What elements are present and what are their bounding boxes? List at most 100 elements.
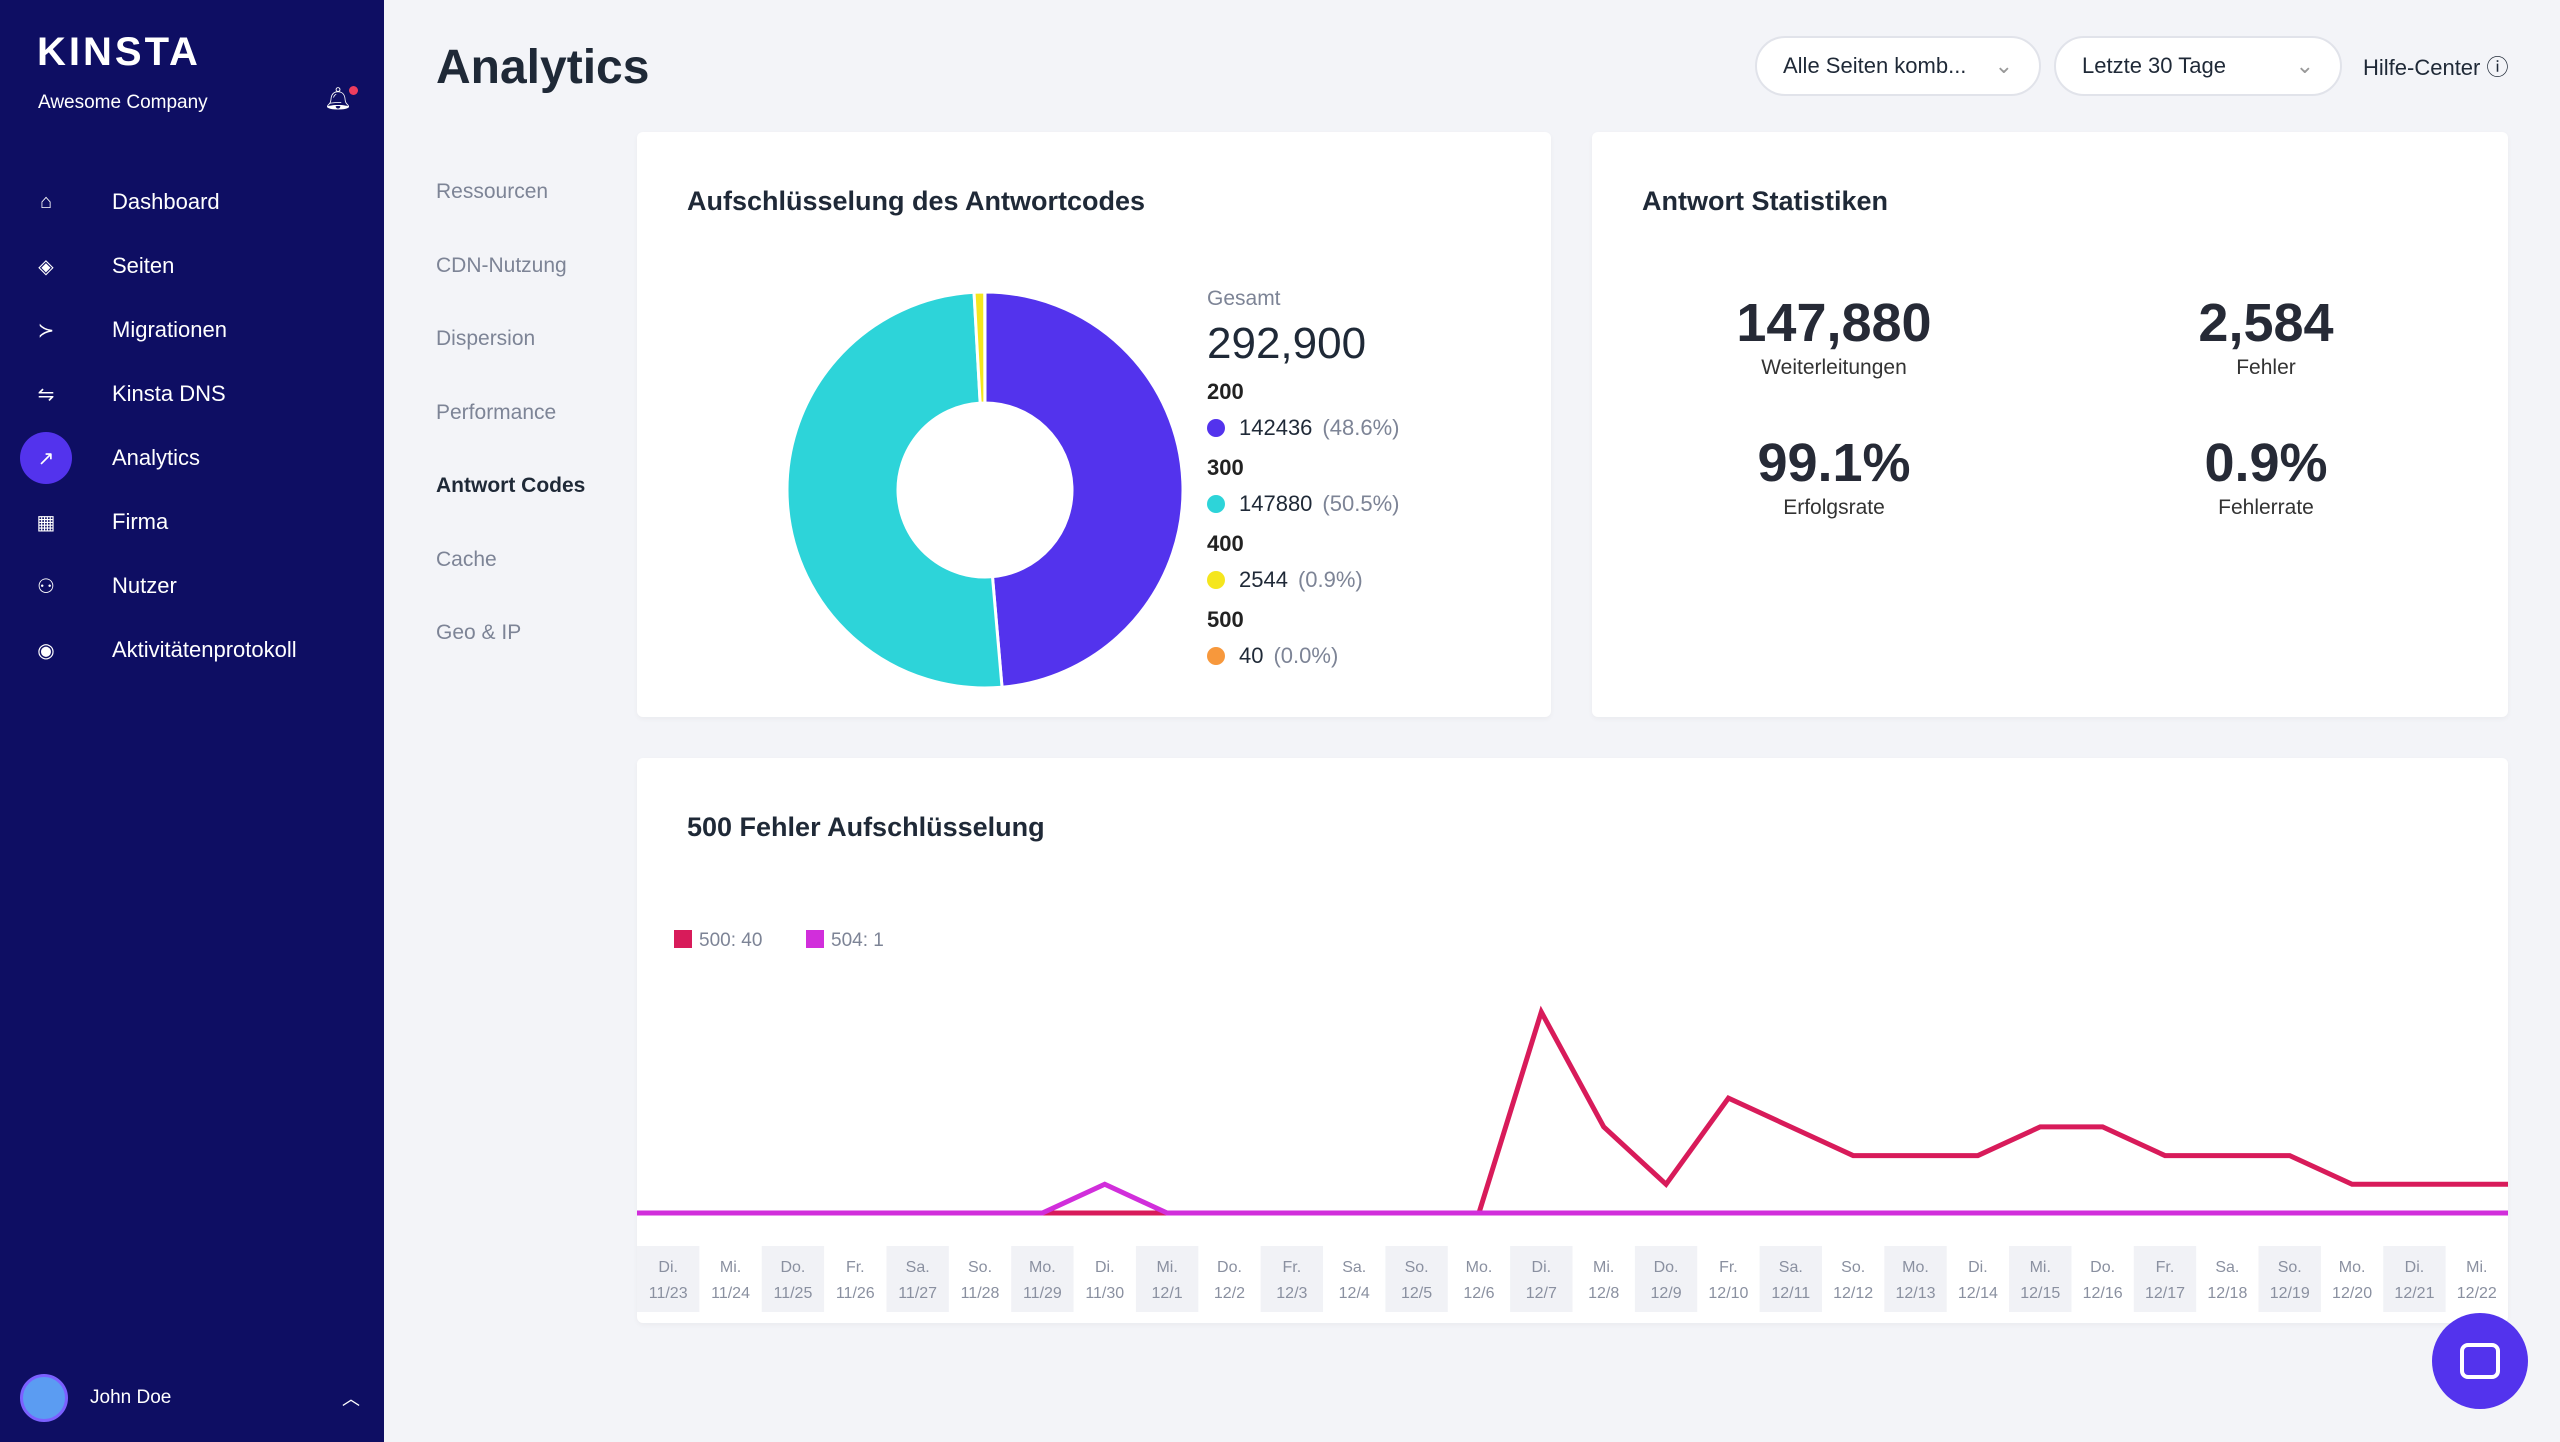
legend-dot [1207,419,1225,437]
x-band [1011,1246,1074,1312]
sidebar-item-building[interactable]: ▦ Firma [20,496,169,548]
subnav-item[interactable]: Performance [436,401,556,425]
x-tick-date: 11/23 [649,1285,688,1302]
subnav-item[interactable]: Geo & IP [436,621,521,645]
x-band [2009,1246,2072,1312]
legend-dot [1207,647,1225,665]
sidebar-item-home[interactable]: ⌂ Dashboard [20,176,220,228]
chevron-up-icon[interactable]: ︿ [342,1385,360,1411]
sidebar-item-label: Analytics [112,445,201,470]
stat-errors: 2,584 Fehler [2066,292,2466,380]
x-band [1759,1246,1822,1312]
x-tick-date: 12/19 [2270,1285,2310,1302]
donut-legend: Gesamt 292,900 200 142436 (48.6%) 300 147880… [1207,287,1399,683]
user-menu[interactable]: John Doe ︿ [20,1374,360,1422]
donut-slice-200[interactable] [983,290,1185,689]
bell-icon[interactable]: 🔔︎ [324,86,358,112]
x-tick-day: Fr. [2156,1259,2175,1276]
x-band [1510,1246,1573,1312]
x-tick-date: 12/14 [1958,1285,1998,1302]
analytics-icon: ↗ [20,432,72,484]
x-tick-day: Do. [1654,1259,1679,1276]
stat-value: 99.1% [1757,433,1911,493]
x-tick-day: So. [2278,1259,2302,1276]
x-tick-date: 12/15 [2020,1285,2060,1302]
sidebar-item-label: Seiten [112,253,175,278]
x-tick-date: 12/10 [1708,1285,1748,1302]
x-tick-date: 11/25 [773,1285,812,1302]
x-band [637,1246,700,1312]
subnav-item[interactable]: CDN-Nutzung [436,254,567,278]
dns-icon: ⇋ [37,383,55,406]
sidebar-item-user-add[interactable]: ⚇ Nutzer [20,560,177,612]
legend-item[interactable]: 500: 40 [674,930,762,951]
site-select[interactable]: Alle Seiten komb... ⌄ [1755,36,2041,96]
stat-label: Fehlerrate [2218,496,2314,519]
x-tick-day: Di. [2405,1259,2425,1276]
sidebar-item-label: Dashboard [112,189,220,214]
x-band [1135,1246,1199,1312]
x-tick-day: Mo. [2339,1259,2366,1276]
chevron-down-icon: ⌄ [1994,53,2013,78]
x-tick-day: Di. [1095,1259,1115,1276]
donut-chart [785,290,1185,690]
help-label: Hilfe-Center [2363,55,2481,80]
code-label: 300 [1207,455,1244,480]
x-tick-date: 11/30 [1085,1285,1124,1302]
x-band [1634,1246,1698,1312]
x-tick-date: 12/1 [1152,1285,1183,1302]
x-tick-date: 12/21 [2394,1285,2434,1302]
x-tick-day: Fr. [846,1259,865,1276]
user-add-icon: ⚇ [37,575,55,598]
x-tick-date: 12/18 [2207,1285,2247,1302]
x-band [2383,1246,2446,1312]
company-name[interactable]: Awesome Company [38,92,208,114]
x-tick-date: 12/17 [2145,1285,2185,1302]
sidebar-item-layers[interactable]: ◈ Seiten [20,240,174,292]
x-tick-day: Fr. [1283,1259,1302,1276]
x-tick-day: Mi. [2466,1259,2487,1276]
subnav-item[interactable]: Antwort Codes [436,474,585,498]
legend-label: 504: 1 [831,930,884,951]
donut-slice-300[interactable] [785,290,1004,690]
code-pct: (0.9%) [1297,567,1363,592]
chevron-down-icon: ⌄ [2295,53,2314,78]
x-tick-date: 12/2 [1214,1285,1245,1302]
legend-swatch [674,930,692,948]
legend-entry: 400 2544 (0.9%) [1207,531,1399,593]
help-center-link[interactable]: Hilfe-Center ⓘ [2363,50,2509,82]
x-tick-date: 11/29 [1023,1285,1062,1302]
legend-swatch [806,930,824,948]
x-band [886,1246,949,1312]
sidebar-item-migration[interactable]: ≻ Migrationen [20,304,227,356]
x-tick-date: 11/26 [836,1285,875,1302]
kinsta-logo[interactable]: KINSTA [37,30,201,75]
sidebar-item-dns[interactable]: ⇋ Kinsta DNS [20,368,226,420]
sidebar-item-eye[interactable]: ◉ Aktivitätenprotokoll [20,624,296,676]
notification-dot [348,86,358,95]
line-chart: 500: 40 504: 1 Di. 11/23 Mi. 11/24 Do. 11/25 Fr.… [637,930,2508,1312]
subnav-item[interactable]: Ressourcen [436,180,548,204]
building-icon: ▦ [36,511,56,534]
sidebar-item-analytics[interactable]: ↗ Analytics [20,432,200,484]
x-tick-date: 11/24 [711,1285,750,1302]
subnav-item[interactable]: Cache [436,548,497,572]
x-tick-day: Mi. [1156,1259,1177,1276]
user-name: John Doe [90,1387,172,1408]
subnav-item[interactable]: Dispersion [436,327,535,351]
stat-error-rate: 0.9% Fehlerrate [2066,432,2466,520]
sidebar: KINSTA Awesome Company 🔔︎ ⌂ Dashboard ◈ Sei… [0,0,384,1442]
legend-entry: 500 40 (0.0%) [1207,607,1399,669]
code-count: 142436 [1239,415,1313,440]
legend-dot [1207,571,1225,589]
x-tick-day: Di. [1968,1259,1988,1276]
layers-icon: ◈ [38,255,54,278]
x-tick-day: Mi. [1593,1259,1614,1276]
legend-item[interactable]: 504: 1 [806,930,884,951]
x-tick-day: Mo. [1466,1259,1493,1276]
range-select[interactable]: Letzte 30 Tage ⌄ [2054,36,2342,96]
chat-button[interactable] [2432,1313,2528,1409]
legend-entry: 200 142436 (48.6%) [1207,379,1399,441]
x-tick-day: Mi. [720,1259,741,1276]
stat-value: 2,584 [2198,293,2334,353]
